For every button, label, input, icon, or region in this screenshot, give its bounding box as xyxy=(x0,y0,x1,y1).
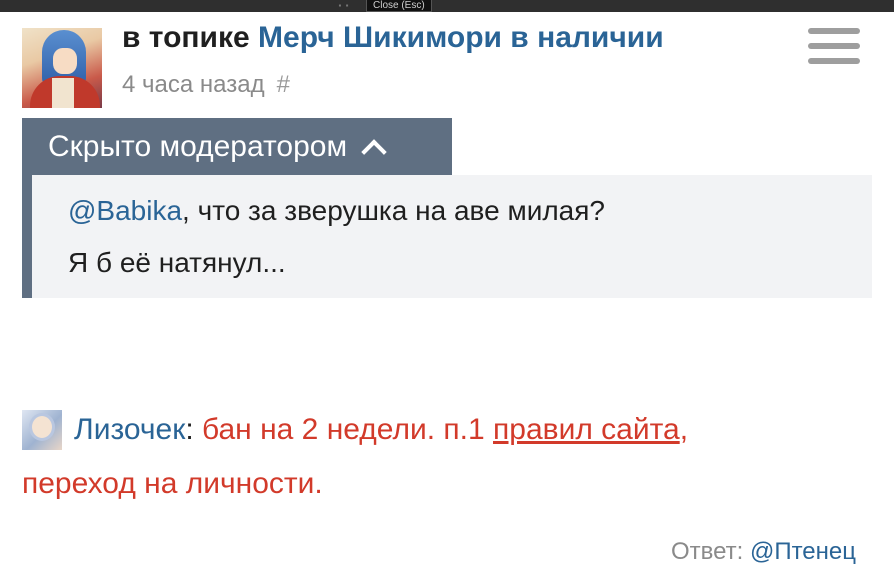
hidden-comment-line-2: Я б её натянул... xyxy=(68,247,286,278)
moderator-note: Лизочек: бан на 2 недели. п.1 правил сай… xyxy=(74,410,688,450)
comment-meta: 4 часа назад # xyxy=(122,70,290,100)
reply-info: Ответ: @Птенец xyxy=(671,536,856,568)
drag-grip-icon[interactable]: ▪ ▪ xyxy=(332,0,356,12)
ban-reason: переход на личности. xyxy=(22,467,323,500)
mention-link[interactable]: @Babika xyxy=(68,195,182,226)
hidden-by-moderator-toggle[interactable]: Скрыто модератором xyxy=(22,118,452,175)
time-ago[interactable]: 4 часа назад xyxy=(122,71,265,98)
chevron-up-icon xyxy=(361,139,387,165)
ban-text: бан на 2 недели. п.1 xyxy=(193,413,494,446)
hidden-by-moderator-label: Скрыто модератором xyxy=(48,130,348,163)
reply-user-link[interactable]: @Птенец xyxy=(750,538,856,565)
top-bar: ▪ ▪ Close (Esc) xyxy=(0,0,894,12)
topic-line: в топике Мерч Шикимори в наличии xyxy=(122,20,664,56)
author-avatar[interactable] xyxy=(22,28,102,108)
topic-prefix: в топике xyxy=(122,21,250,54)
moderator-name-link[interactable]: Лизочек xyxy=(74,413,185,446)
permalink-link[interactable]: # xyxy=(277,71,290,98)
close-button[interactable]: Close (Esc) xyxy=(366,0,432,12)
hamburger-menu-icon[interactable] xyxy=(808,28,860,68)
reply-label: Ответ: xyxy=(670,538,744,565)
moderator-avatar[interactable] xyxy=(22,410,62,450)
hidden-comment-text: , что за зверушка на аве милая? xyxy=(182,195,605,226)
hidden-comment-body: @Babika, что за зверушка на аве милая? Я… xyxy=(32,175,872,298)
quote-bar xyxy=(22,175,32,298)
hidden-comment-line-1: @Babika, что за зверушка на аве милая? xyxy=(68,193,605,229)
moderator-colon: : xyxy=(185,413,194,446)
ban-text-comma: , xyxy=(679,413,689,446)
site-rules-link[interactable]: правил сайта xyxy=(493,413,680,446)
topic-link[interactable]: Мерч Шикимори в наличии xyxy=(258,21,664,54)
